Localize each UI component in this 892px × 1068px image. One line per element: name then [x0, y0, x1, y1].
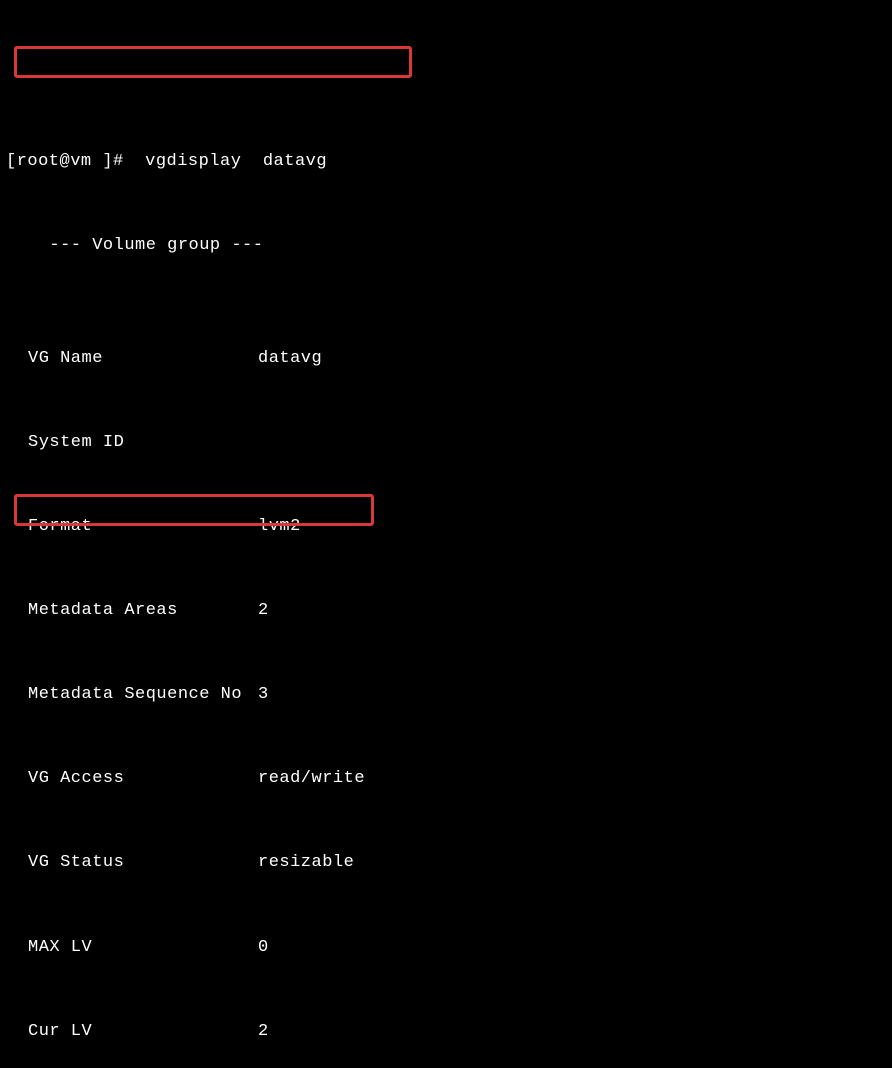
row-format: Formatlvm2 — [6, 513, 886, 541]
terminal-output: [root@vm ]# vgdisplay datavg --- Volume … — [6, 8, 886, 1068]
row-metadata-areas: Metadata Areas2 — [6, 597, 886, 625]
prompt-user: [root@vm ]# — [6, 152, 124, 171]
row-metadata-seq: Metadata Sequence No3 — [6, 681, 886, 709]
highlight-vg-name — [14, 46, 412, 78]
section-header: --- Volume group --- — [6, 232, 886, 260]
row-vg-status: VG Statusresizable — [6, 849, 886, 877]
row-system-id: System ID — [6, 429, 886, 457]
row-cur-lv: Cur LV2 — [6, 1018, 886, 1046]
prompt-line[interactable]: [root@vm ]# vgdisplay datavg — [6, 148, 886, 176]
row-vg-access: VG Accessread/write — [6, 765, 886, 793]
row-vg-name: VG Namedatavg — [6, 345, 886, 373]
row-max-lv: MAX LV0 — [6, 934, 886, 962]
command-text: vgdisplay datavg — [124, 152, 327, 171]
